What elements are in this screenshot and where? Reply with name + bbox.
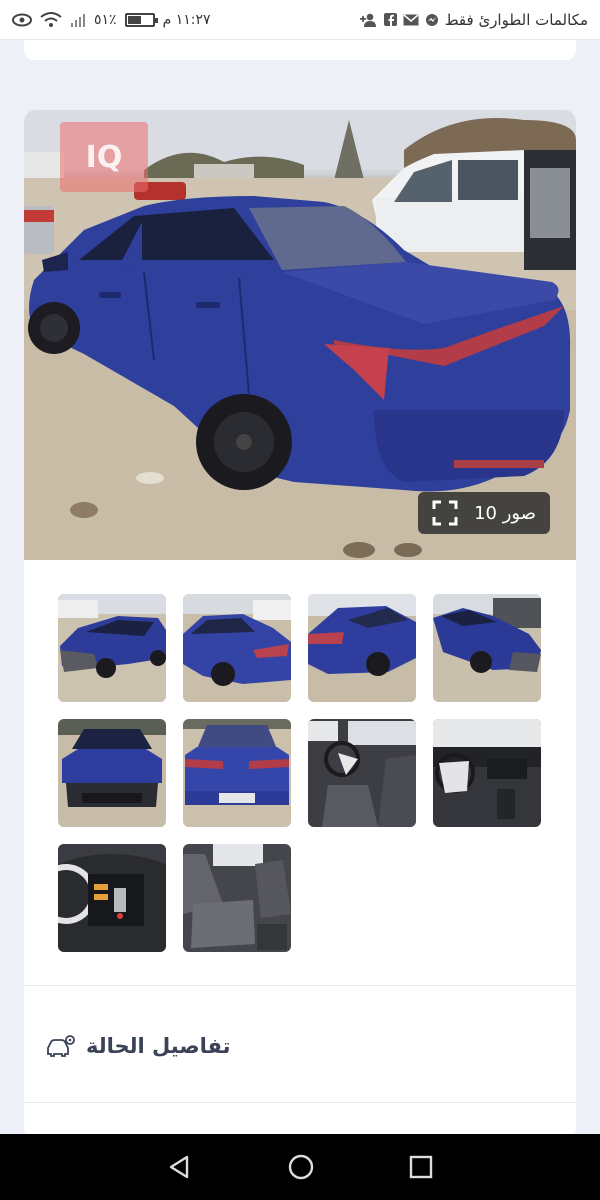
carrier-text: مكالمات الطوارئ فقط <box>444 10 588 29</box>
thumbnail-grid <box>58 594 542 952</box>
photo-count-label: صور 10 <box>474 502 536 524</box>
thumbnail-3[interactable] <box>308 594 416 702</box>
fullscreen-icon <box>432 500 458 526</box>
condition-details-title: تفاصيل الحالة <box>86 1034 231 1058</box>
thumbnail-1[interactable] <box>58 594 166 702</box>
thumbnail-4[interactable] <box>433 594 541 702</box>
status-left-group: ٥١٪ ١١:٢٧ م <box>12 12 211 28</box>
wifi-icon <box>40 11 62 28</box>
battery-icon <box>124 12 158 27</box>
watermark-logo: IQ <box>60 122 148 192</box>
listing-card: IQ صور 10 تفاصيل الحالة <box>24 110 576 1140</box>
section-divider <box>24 985 576 986</box>
thumbnail-image <box>183 844 291 952</box>
condition-details-row[interactable]: تفاصيل الحالة <box>24 1015 576 1077</box>
thumbnail-image <box>58 844 166 952</box>
status-bar: ٥١٪ ١١:٢٧ م مكالمات الطوارئ فقط <box>0 0 600 40</box>
clock: ١١:٢٧ م <box>162 11 211 28</box>
signal-icon <box>70 12 86 28</box>
thumbnail-9[interactable] <box>58 844 166 952</box>
thumbnail-2[interactable] <box>183 594 291 702</box>
previous-card-fragment <box>24 40 576 60</box>
status-right-group: مكالمات الطوارئ فقط <box>359 10 588 29</box>
thumbnail-image <box>183 594 291 702</box>
section-divider <box>24 1102 576 1103</box>
thumbnail-image <box>183 719 291 827</box>
photo-count-badge[interactable]: صور 10 <box>418 492 550 534</box>
thumbnail-image <box>308 719 416 827</box>
battery-percent: ٥١٪ <box>94 11 117 28</box>
thumbnail-7[interactable] <box>308 719 416 827</box>
back-icon[interactable] <box>167 1154 193 1180</box>
thumbnail-10[interactable] <box>183 844 291 952</box>
car-cog-icon <box>46 1034 76 1058</box>
thumbnail-image <box>433 719 541 827</box>
mail-icon <box>403 13 419 26</box>
thumbnail-6[interactable] <box>183 719 291 827</box>
thumbnail-image <box>433 594 541 702</box>
main-photo[interactable]: IQ صور 10 <box>24 110 576 560</box>
thumbnail-5[interactable] <box>58 719 166 827</box>
messenger-icon <box>425 13 439 27</box>
thumbnail-8[interactable] <box>433 719 541 827</box>
eye-icon <box>12 13 32 27</box>
person-add-icon <box>359 13 378 27</box>
thumbnail-image <box>58 594 166 702</box>
thumbnail-image <box>308 594 416 702</box>
recents-icon[interactable] <box>409 1155 433 1179</box>
navigation-bar <box>0 1134 600 1200</box>
home-icon[interactable] <box>287 1153 315 1181</box>
thumbnail-image <box>58 719 166 827</box>
battery-fill <box>127 15 141 24</box>
facebook-icon <box>383 13 397 26</box>
